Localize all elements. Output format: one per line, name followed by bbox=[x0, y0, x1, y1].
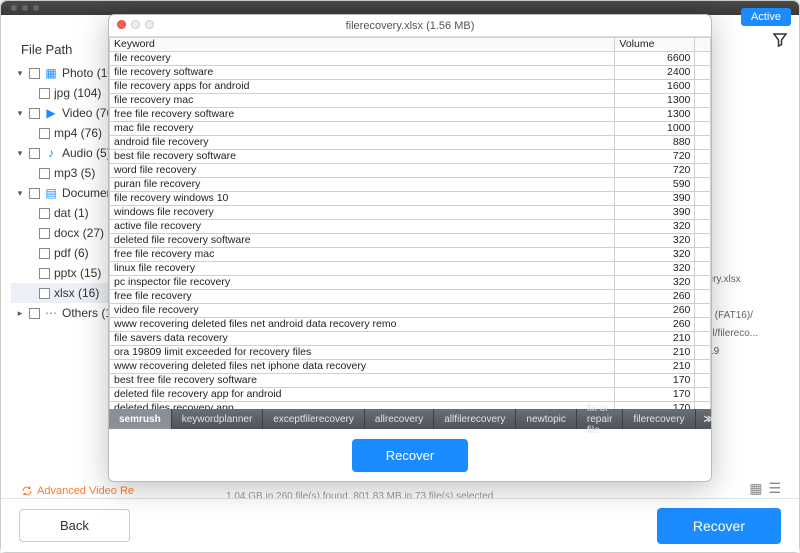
back-button[interactable]: Back bbox=[19, 509, 130, 542]
modal-title: filerecovery.xlsx (1.56 MB) bbox=[346, 20, 475, 32]
checkbox[interactable] bbox=[39, 228, 50, 239]
table-row[interactable]: file recovery6600 bbox=[110, 52, 711, 66]
sheet-tab[interactable]: keywordplanner bbox=[172, 409, 264, 429]
caret-icon[interactable]: ▾ bbox=[15, 68, 25, 78]
sheet-tab[interactable]: filerecovery bbox=[623, 409, 695, 429]
advanced-video-recovery[interactable]: Advanced Video Re bbox=[21, 485, 134, 497]
table-row[interactable]: free file recovery mac320 bbox=[110, 248, 711, 262]
checkbox[interactable] bbox=[29, 188, 40, 199]
grid-view-icon[interactable]: ▦ bbox=[749, 480, 762, 497]
table-row[interactable]: file savers data recovery210 bbox=[110, 332, 711, 346]
table-row[interactable]: word file recovery720 bbox=[110, 164, 711, 178]
table-row[interactable]: www recovering deleted files net android… bbox=[110, 318, 711, 332]
tabs-more-icon[interactable]: ≫ bbox=[696, 409, 722, 429]
sheet-tab[interactable]: semrush bbox=[109, 409, 172, 429]
minimize-icon[interactable] bbox=[131, 20, 140, 29]
table-row[interactable]: android file recovery880 bbox=[110, 136, 711, 150]
table-row[interactable]: video file recovery260 bbox=[110, 304, 711, 318]
caret-icon[interactable]: ▾ bbox=[15, 188, 25, 198]
modal-titlebar: filerecovery.xlsx (1.56 MB) bbox=[109, 15, 711, 37]
main-titlebar bbox=[1, 1, 799, 15]
table-row[interactable]: free file recovery software1300 bbox=[110, 108, 711, 122]
table-row[interactable]: puran file recovery590 bbox=[110, 178, 711, 192]
table-row[interactable]: file recovery mac1300 bbox=[110, 94, 711, 108]
table-row[interactable]: mac file recovery1000 bbox=[110, 122, 711, 136]
audio-icon: ♪ bbox=[44, 146, 58, 160]
list-view-icon[interactable]: ☰ bbox=[768, 480, 781, 497]
footer: Back Recover bbox=[1, 498, 799, 552]
checkbox[interactable] bbox=[39, 168, 50, 179]
checkbox[interactable] bbox=[39, 88, 50, 99]
view-toggle[interactable]: ▦ ☰ bbox=[749, 480, 781, 497]
checkbox[interactable] bbox=[39, 268, 50, 279]
table-row[interactable]: deleted files recovery app170 bbox=[110, 402, 711, 410]
sheet-tab[interactable]: allrecovery bbox=[365, 409, 434, 429]
recover-button-modal[interactable]: Recover bbox=[352, 439, 468, 472]
photo-icon: ▦ bbox=[44, 66, 58, 80]
checkbox[interactable] bbox=[39, 248, 50, 259]
close-icon[interactable] bbox=[117, 20, 126, 29]
table-row[interactable]: pc inspector file recovery320 bbox=[110, 276, 711, 290]
others-icon: ⋯ bbox=[44, 306, 58, 320]
table-row[interactable]: deleted file recovery software320 bbox=[110, 234, 711, 248]
table-row[interactable]: best file recovery software720 bbox=[110, 150, 711, 164]
caret-icon[interactable]: ▸ bbox=[15, 308, 25, 318]
active-badge[interactable]: Active bbox=[741, 8, 791, 26]
traffic-lights[interactable] bbox=[117, 20, 154, 29]
sheet-tab[interactable]: newtopic bbox=[516, 409, 576, 429]
table-row[interactable]: linux file recovery320 bbox=[110, 262, 711, 276]
table-row[interactable]: file recovery windows 10390 bbox=[110, 192, 711, 206]
advanced-video-label: Advanced Video Re bbox=[37, 485, 134, 497]
filter-icon[interactable] bbox=[771, 31, 789, 49]
table-row[interactable]: file recovery apps for android1600 bbox=[110, 80, 711, 94]
checkbox[interactable] bbox=[29, 108, 40, 119]
checkbox[interactable] bbox=[39, 128, 50, 139]
preview-modal: filerecovery.xlsx (1.56 MB) KeywordVolum… bbox=[108, 14, 712, 482]
document-icon: ▤ bbox=[44, 186, 58, 200]
checkbox[interactable] bbox=[29, 308, 40, 319]
table-row[interactable]: file recovery software2400 bbox=[110, 66, 711, 80]
modal-footer: Recover bbox=[109, 429, 711, 481]
table-row[interactable]: active file recovery320 bbox=[110, 220, 711, 234]
checkbox[interactable] bbox=[39, 288, 50, 299]
checkbox[interactable] bbox=[29, 68, 40, 79]
checkbox[interactable] bbox=[39, 208, 50, 219]
video-icon: ▶ bbox=[44, 106, 58, 120]
table-row[interactable]: www recovering deleted files net iphone … bbox=[110, 360, 711, 374]
table-row[interactable]: ora 19809 limit exceeded for recovery fi… bbox=[110, 346, 711, 360]
recover-button-main[interactable]: Recover bbox=[657, 508, 781, 544]
column-header: Keyword bbox=[110, 38, 615, 52]
checkbox[interactable] bbox=[29, 148, 40, 159]
table-row[interactable]: best free file recovery software170 bbox=[110, 374, 711, 388]
spreadsheet[interactable]: KeywordVolumefile recovery6600file recov… bbox=[109, 37, 711, 409]
sheet-tabs[interactable]: semrushkeywordplannerexceptfilerecoverya… bbox=[109, 409, 711, 429]
spreadsheet-table: KeywordVolumefile recovery6600file recov… bbox=[109, 37, 711, 409]
maximize-icon[interactable] bbox=[145, 20, 154, 29]
table-row[interactable]: windows file recovery390 bbox=[110, 206, 711, 220]
refresh-icon bbox=[21, 485, 33, 497]
column-header: Volume bbox=[615, 38, 695, 52]
table-row[interactable]: deleted file recovery app for android170 bbox=[110, 388, 711, 402]
caret-icon[interactable]: ▾ bbox=[15, 148, 25, 158]
sheet-tab[interactable]: fix or repair file bbox=[577, 409, 624, 429]
sheet-tab[interactable]: allfilerecovery bbox=[434, 409, 516, 429]
table-row[interactable]: free file recovery260 bbox=[110, 290, 711, 304]
sheet-tab[interactable]: exceptfilerecovery bbox=[263, 409, 365, 429]
caret-icon[interactable]: ▾ bbox=[15, 108, 25, 118]
